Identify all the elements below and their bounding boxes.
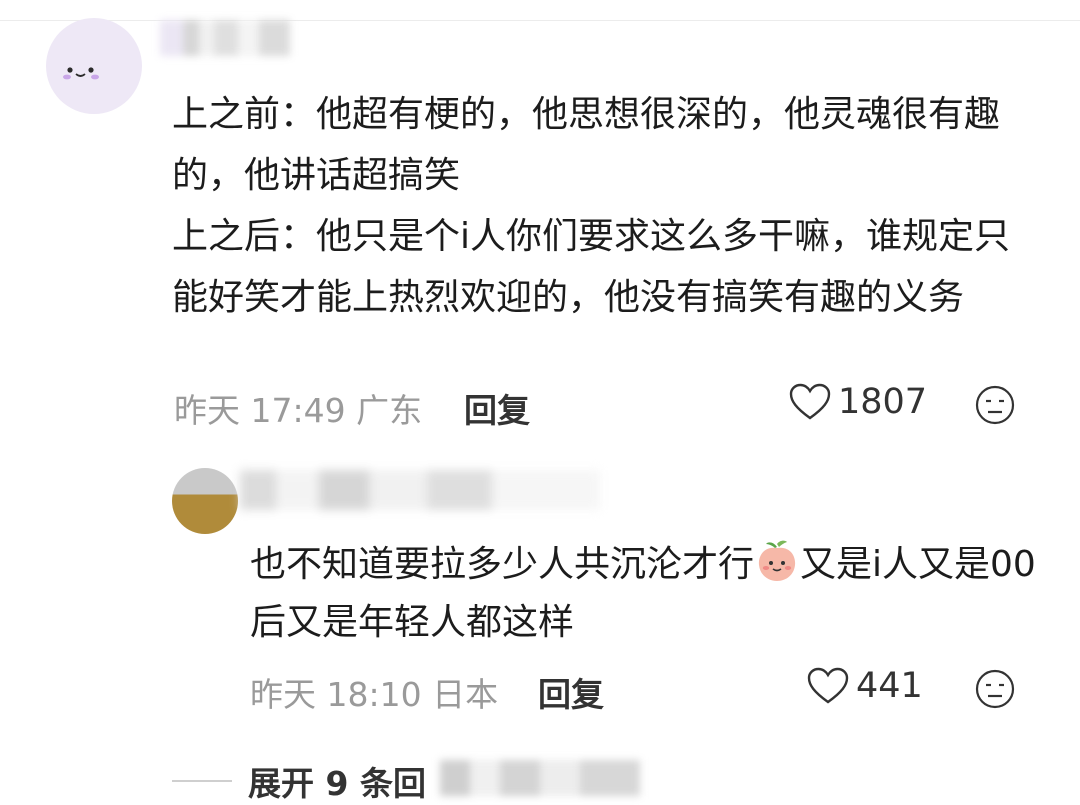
dislike-face-icon[interactable] bbox=[974, 668, 1016, 710]
reply-time: 昨天 18:10 bbox=[250, 675, 422, 714]
avatar[interactable] bbox=[46, 18, 142, 114]
reply-avatar[interactable] bbox=[172, 468, 238, 534]
reply-text: 也不知道要拉多少人共沉沦才行 又是i人又是00后又是年轻人都这样 bbox=[250, 536, 1040, 652]
like-count: 1807 bbox=[838, 382, 928, 422]
expand-blurred-region bbox=[440, 760, 640, 796]
reply-username-blurred[interactable] bbox=[240, 470, 600, 510]
reply-meta: 昨天 18:10 日本 bbox=[250, 668, 498, 716]
reply-like-button[interactable]: 441 bbox=[806, 666, 923, 706]
reply-text-part1: 也不知道要拉多少人共沉沦才行 bbox=[250, 544, 755, 585]
comment-location: 广东 bbox=[356, 391, 423, 430]
comment-meta: 昨天 17:49 广东 bbox=[174, 384, 422, 432]
username-blurred[interactable] bbox=[160, 20, 290, 56]
expand-divider bbox=[172, 780, 232, 782]
like-button[interactable]: 1807 bbox=[788, 382, 927, 422]
expand-replies-button[interactable]: 展开 9 条回 bbox=[248, 757, 426, 805]
reply-reply-button[interactable]: 回复 bbox=[538, 668, 604, 716]
comment-line-after: 上之后：他只是个i人你们要求这么多干嘛，谁规定只能好笑才能上热烈欢迎的，他没有搞… bbox=[172, 216, 1011, 318]
reply-location: 日本 bbox=[432, 675, 499, 714]
dislike-face-icon[interactable] bbox=[974, 384, 1016, 426]
heart-icon bbox=[789, 383, 831, 420]
comment-text: 上之前：他超有梗的，他思想很深的，他灵魂很有趣的，他讲话超搞笑 上之后：他只是个… bbox=[172, 84, 1032, 328]
reply-button[interactable]: 回复 bbox=[464, 384, 530, 432]
reply-like-count: 441 bbox=[856, 666, 923, 706]
peach-emoji-icon bbox=[758, 540, 796, 581]
reply-line: 也不知道要拉多少人共沉沦才行 又是i人又是00后又是年轻人都这样 bbox=[250, 536, 1040, 652]
avatar-face-icon bbox=[63, 67, 99, 80]
heart-icon bbox=[807, 667, 849, 704]
comment-line-before: 上之前：他超有梗的，他思想很深的，他灵魂很有趣的，他讲话超搞笑 bbox=[172, 94, 1001, 196]
comment-time: 昨天 17:49 bbox=[174, 391, 346, 430]
